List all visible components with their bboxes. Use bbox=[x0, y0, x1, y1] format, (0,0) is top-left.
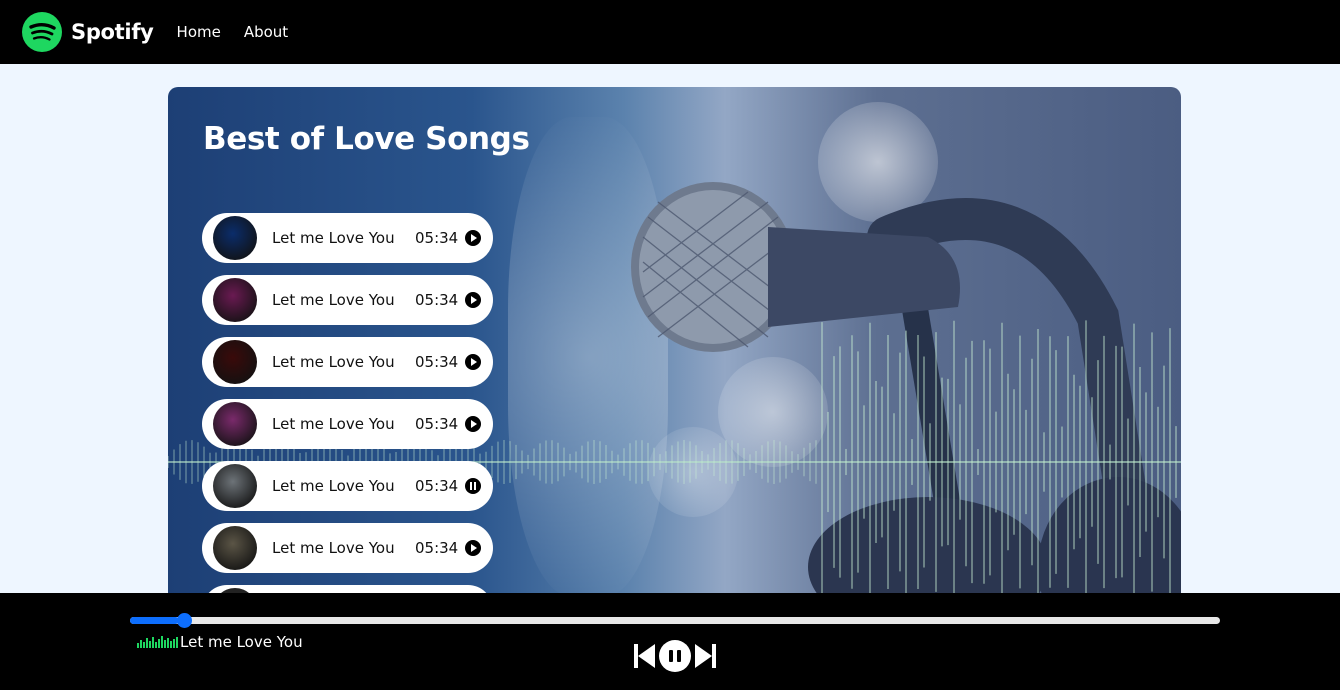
equalizer-bar bbox=[161, 636, 163, 648]
spotify-icon bbox=[22, 12, 62, 52]
song-list: Let me Love You 05:34 Let me Love You 05… bbox=[202, 213, 493, 593]
equalizer-icon bbox=[137, 636, 179, 648]
song-duration: 05:34 bbox=[415, 229, 459, 247]
song-item[interactable]: Let me Love You 05:34 bbox=[202, 213, 493, 263]
equalizer-bar bbox=[173, 639, 175, 648]
song-title: Let me Love You bbox=[272, 415, 395, 433]
now-playing-title: Let me Love You bbox=[180, 633, 303, 651]
equalizer-bar bbox=[164, 640, 166, 648]
album-cover bbox=[213, 340, 257, 384]
navbar: Spotify Home About bbox=[0, 0, 1340, 64]
equalizer-bar bbox=[143, 642, 145, 648]
equalizer-bar bbox=[137, 643, 139, 648]
pause-icon[interactable] bbox=[659, 640, 691, 672]
album-cover bbox=[213, 278, 257, 322]
nav-link-about[interactable]: About bbox=[244, 23, 288, 41]
album-cover bbox=[213, 464, 257, 508]
pause-icon[interactable] bbox=[465, 478, 482, 494]
song-title: Let me Love You bbox=[272, 353, 395, 371]
hero-banner: Best of Love Songs Let me Love You 05:34… bbox=[168, 87, 1181, 593]
brand-logo[interactable]: Spotify bbox=[22, 12, 154, 52]
song-title: Let me Love You bbox=[272, 477, 395, 495]
song-duration: 05:34 bbox=[415, 291, 459, 309]
progress-bar[interactable] bbox=[130, 613, 1220, 628]
player-controls bbox=[634, 640, 716, 672]
song-item[interactable] bbox=[202, 585, 493, 593]
equalizer-bar bbox=[140, 640, 142, 648]
play-icon[interactable] bbox=[465, 540, 482, 556]
equalizer-bar bbox=[152, 637, 154, 648]
song-item[interactable]: Let me Love You 05:34 bbox=[202, 275, 493, 325]
equalizer-bar bbox=[176, 637, 178, 648]
song-duration: 05:34 bbox=[415, 415, 459, 433]
equalizer-bar bbox=[158, 639, 160, 648]
equalizer-bar bbox=[170, 641, 172, 648]
album-cover bbox=[213, 402, 257, 446]
song-duration: 05:34 bbox=[415, 539, 459, 557]
song-title: Let me Love You bbox=[272, 539, 395, 557]
equalizer-bar bbox=[167, 638, 169, 648]
play-icon[interactable] bbox=[465, 416, 482, 432]
song-item[interactable]: Let me Love You 05:34 bbox=[202, 461, 493, 511]
play-icon[interactable] bbox=[465, 354, 482, 370]
next-icon[interactable] bbox=[694, 643, 716, 669]
equalizer-bar bbox=[146, 638, 148, 648]
song-title: Let me Love You bbox=[272, 229, 395, 247]
song-item[interactable]: Let me Love You 05:34 bbox=[202, 337, 493, 387]
player-bar: Let me Love You bbox=[0, 593, 1340, 690]
brand-name: Spotify bbox=[71, 20, 154, 44]
nav-link-home[interactable]: Home bbox=[177, 23, 221, 41]
progress-fill bbox=[130, 617, 180, 624]
play-icon[interactable] bbox=[465, 230, 482, 246]
equalizer-bar bbox=[155, 642, 157, 648]
equalizer-bar bbox=[149, 641, 151, 648]
play-icon[interactable] bbox=[465, 292, 482, 308]
previous-icon[interactable] bbox=[634, 643, 656, 669]
song-duration: 05:34 bbox=[415, 477, 459, 495]
song-title: Let me Love You bbox=[272, 291, 395, 309]
album-cover bbox=[213, 526, 257, 570]
song-duration: 05:34 bbox=[415, 353, 459, 371]
song-item[interactable]: Let me Love You 05:34 bbox=[202, 523, 493, 573]
album-cover bbox=[213, 216, 257, 260]
song-item[interactable]: Let me Love You 05:34 bbox=[202, 399, 493, 449]
playlist-title: Best of Love Songs bbox=[203, 121, 530, 157]
progress-thumb[interactable] bbox=[177, 613, 193, 628]
